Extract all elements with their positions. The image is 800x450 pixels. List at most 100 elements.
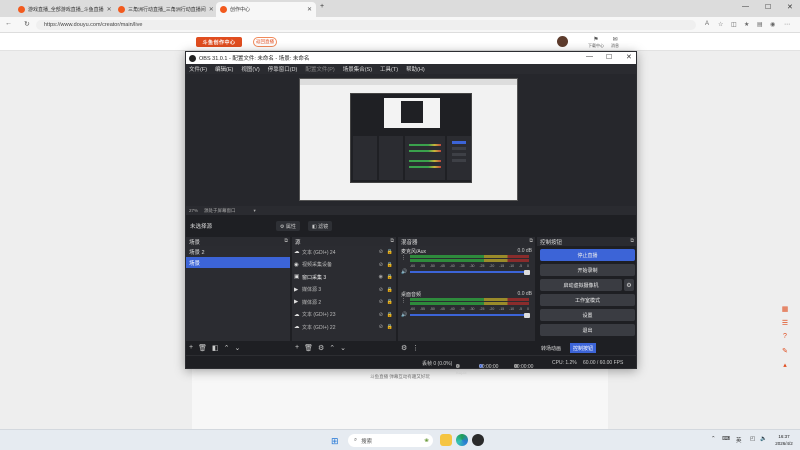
exit-button[interactable]: 退出 xyxy=(540,324,635,336)
feedback-icon[interactable]: ✎ xyxy=(778,347,792,361)
track-menu-icon[interactable]: ⋮ xyxy=(401,298,406,304)
grid-icon[interactable]: ▦ xyxy=(778,305,792,319)
slider-knob[interactable] xyxy=(524,312,530,318)
tray-chevron-icon[interactable]: ⌃ xyxy=(711,436,716,442)
lock-icon[interactable]: 🔒 xyxy=(387,287,393,293)
properties-button[interactable]: ⚙ 属性 xyxy=(276,221,300,231)
menu-view[interactable]: 视图(V) xyxy=(241,65,259,73)
scene-item[interactable]: 场景 2 xyxy=(186,246,290,257)
visibility-icon[interactable]: ◉ xyxy=(379,274,383,280)
collections-icon[interactable]: ▤ xyxy=(757,21,763,28)
scene-item-selected[interactable]: 场景 xyxy=(186,257,290,268)
move-down-icon[interactable]: ⌄ xyxy=(340,344,346,352)
back-to-top-icon[interactable]: ▴ xyxy=(778,361,792,375)
back-to-live-button[interactable]: 返回直播 xyxy=(253,37,277,47)
favorite-star-icon[interactable]: ☆ xyxy=(718,21,723,28)
zoom-dropdown-icon[interactable]: ▾ xyxy=(254,208,256,214)
url-bar[interactable]: https://www.douyu.com/creator/main/live xyxy=(36,20,696,30)
source-item[interactable]: ▶ 媒体源 2 ⊘ 🔒 xyxy=(292,296,396,309)
add-scene-icon[interactable]: + xyxy=(189,344,193,351)
lock-icon[interactable]: 🔒 xyxy=(387,274,393,280)
zoom-level[interactable]: 27% xyxy=(189,208,198,213)
edge-browser-icon[interactable] xyxy=(456,434,468,446)
split-screen-icon[interactable]: ◫ xyxy=(731,21,737,28)
source-item[interactable]: ☁ 文本 (GDI+) 23 ⊘ 🔒 xyxy=(292,309,396,322)
visibility-icon[interactable]: ⊘ xyxy=(379,262,383,268)
move-up-icon[interactable]: ⌃ xyxy=(224,344,230,352)
studio-mode-button[interactable]: 工作室模式 xyxy=(540,294,635,306)
slider-knob[interactable] xyxy=(524,269,530,275)
volume-slider[interactable] xyxy=(410,269,530,275)
menu-docks[interactable]: 停靠窗口(D) xyxy=(268,65,298,73)
obs-taskbar-icon[interactable] xyxy=(472,434,484,446)
speaker-icon[interactable]: 🔊 xyxy=(401,269,407,275)
taskbar-search[interactable]: ⌕ 搜索 ❀ xyxy=(348,434,433,447)
track-menu-icon[interactable]: ⋮ xyxy=(401,255,406,261)
source-item[interactable]: ☁ 文本 (GDI+) 22 ⊘ 🔒 xyxy=(292,321,396,334)
visibility-icon[interactable]: ⊘ xyxy=(379,299,383,305)
taskbar-clock[interactable]: 16:37 2026/4/2 xyxy=(771,433,797,447)
lock-icon[interactable]: 🔒 xyxy=(387,324,393,330)
tab-transitions[interactable]: 转场动画 xyxy=(538,343,564,353)
obs-minimize-button[interactable]: — xyxy=(586,53,593,60)
undock-icon[interactable]: ⧉ xyxy=(630,238,634,244)
menu-edit[interactable]: 编辑(E) xyxy=(215,65,233,73)
visibility-icon[interactable]: ⊘ xyxy=(379,249,383,255)
add-source-icon[interactable]: + xyxy=(295,344,299,351)
mixer-settings-gear-icon[interactable]: ⚙ xyxy=(401,344,407,352)
virtual-camera-gear-icon[interactable]: ⚙ xyxy=(624,279,634,291)
obs-close-button[interactable]: ✕ xyxy=(626,53,632,61)
menu-tools[interactable]: 工具(T) xyxy=(380,65,398,73)
browser-tab[interactable]: 游戏直播_全部游戏直播_斗鱼直播 ✕ xyxy=(14,2,112,17)
source-item[interactable]: ▣ 窗口采集 3 ◉ 🔒 xyxy=(292,271,396,284)
network-tray-icon[interactable]: ◰ xyxy=(750,436,755,442)
source-item[interactable]: ◉ 视频采集设备 ⊘ 🔒 xyxy=(292,259,396,272)
lock-icon[interactable]: 🔒 xyxy=(387,249,393,255)
volume-tray-icon[interactable]: 🔈 xyxy=(760,436,767,442)
chat-icon[interactable]: ☰ xyxy=(778,319,792,333)
maximize-button[interactable]: ☐ xyxy=(765,3,771,11)
undock-icon[interactable]: ⧉ xyxy=(529,238,533,244)
lock-icon[interactable]: 🔒 xyxy=(387,262,393,268)
mixer-menu-icon[interactable]: ⋮ xyxy=(412,344,419,352)
close-tab-icon[interactable]: ✕ xyxy=(304,6,312,13)
douyu-creator-logo[interactable]: 斗鱼创作中心 xyxy=(196,37,242,47)
help-icon[interactable]: ? xyxy=(778,333,792,347)
browser-tab-active[interactable]: 创作中心 ✕ xyxy=(216,2,316,17)
download-center-link[interactable]: ⚑ 下载中心 xyxy=(587,36,605,49)
visibility-icon[interactable]: ⊘ xyxy=(379,287,383,293)
preview-canvas[interactable] xyxy=(299,78,518,201)
menu-profile[interactable]: 配置文件(P) xyxy=(305,65,334,73)
undock-icon[interactable]: ⧉ xyxy=(284,238,288,244)
undock-icon[interactable]: ⧉ xyxy=(390,238,394,244)
new-tab-button[interactable]: + xyxy=(320,3,324,10)
source-item[interactable]: ▶ 媒体源 3 ⊘ 🔒 xyxy=(292,284,396,297)
avatar[interactable] xyxy=(557,36,568,47)
obs-maximize-button[interactable]: ☐ xyxy=(606,53,612,61)
browser-tab[interactable]: 三角洲行动直播_三角洲行动直播间 ✕ xyxy=(114,2,214,17)
zoom-mode-label[interactable]: 源处于屏幕窗口 xyxy=(204,208,236,214)
source-settings-gear-icon[interactable]: ⚙ xyxy=(318,344,324,352)
filters-button[interactable]: ◧ 滤镜 xyxy=(308,221,333,231)
menu-file[interactable]: 文件(F) xyxy=(189,65,207,73)
more-menu-icon[interactable]: ⋯ xyxy=(784,21,790,28)
volume-slider[interactable] xyxy=(410,312,530,318)
menu-scene-collection[interactable]: 场景集合(S) xyxy=(343,65,372,73)
profile-icon[interactable]: ◉ xyxy=(770,21,775,28)
settings-button[interactable]: 设置 xyxy=(540,309,635,321)
favorites-icon[interactable]: ★ xyxy=(744,21,749,28)
start-virtual-camera-button[interactable]: 启动虚拟摄像机 xyxy=(540,279,622,291)
lock-icon[interactable]: 🔒 xyxy=(387,312,393,318)
visibility-icon[interactable]: ⊘ xyxy=(379,312,383,318)
font-size-icon[interactable]: A xyxy=(705,21,709,27)
move-down-icon[interactable]: ⌄ xyxy=(234,344,240,352)
remove-source-icon[interactable]: 🗑 xyxy=(304,344,313,352)
scene-filter-icon[interactable]: ◧ xyxy=(212,344,219,352)
minimize-button[interactable]: — xyxy=(742,3,749,10)
speaker-icon[interactable]: 🔊 xyxy=(401,312,407,318)
input-method-icon[interactable]: ⌨ xyxy=(722,436,730,442)
remove-scene-icon[interactable]: 🗑 xyxy=(198,344,207,352)
close-window-button[interactable]: ✕ xyxy=(787,3,793,11)
close-tab-icon[interactable]: ✕ xyxy=(206,6,214,13)
file-explorer-icon[interactable] xyxy=(440,434,452,446)
